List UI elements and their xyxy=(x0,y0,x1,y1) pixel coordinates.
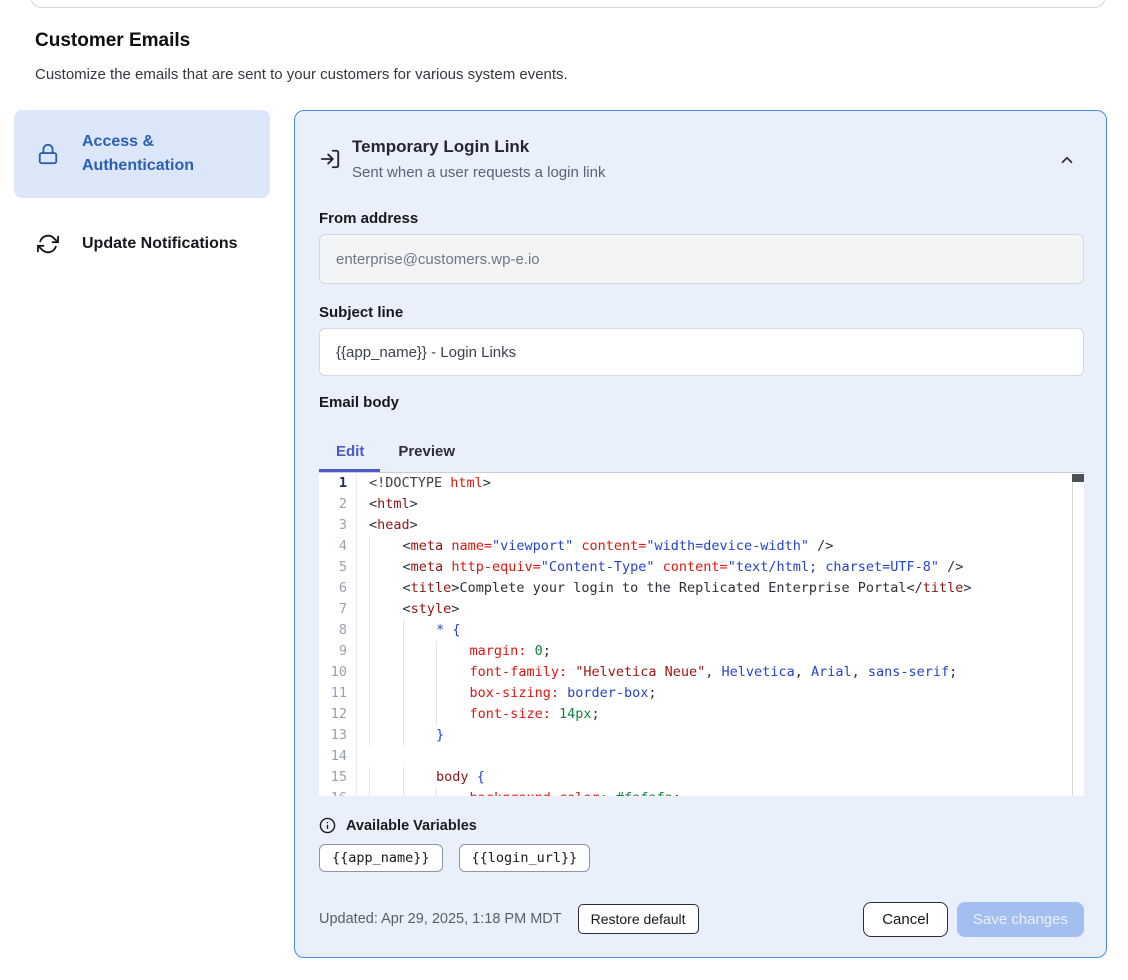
available-variables-label: Available Variables xyxy=(319,817,477,834)
info-icon xyxy=(319,817,336,834)
code-line: 8 * { xyxy=(319,620,1084,641)
cancel-button[interactable]: Cancel xyxy=(863,902,948,937)
log-in-icon xyxy=(319,148,341,170)
sidebar-item-label: Access & Authentication xyxy=(82,130,212,178)
sidebar: Access & Authentication Update Notificat… xyxy=(14,110,270,270)
email-template-panel: Temporary Login Link Sent when a user re… xyxy=(294,110,1107,958)
from-address-label: From address xyxy=(319,210,418,227)
sidebar-item-access-authentication[interactable]: Access & Authentication xyxy=(14,110,270,198)
code-line: 16 background-color: #fafafa; xyxy=(319,788,1084,796)
subject-line-label: Subject line xyxy=(319,304,403,321)
previous-card-bottom-edge xyxy=(30,0,1106,8)
code-line: 3<head> xyxy=(319,515,1084,536)
lock-icon xyxy=(36,142,60,166)
variable-chip-app-name[interactable]: {{app_name}} xyxy=(319,844,443,872)
code-line: 7 <style> xyxy=(319,599,1084,620)
code-line: 10 font-family: "Helvetica Neue", Helvet… xyxy=(319,662,1084,683)
panel-title: Temporary Login Link xyxy=(352,137,529,157)
code-line: 13 } xyxy=(319,725,1084,746)
code-line: 2<html> xyxy=(319,494,1084,515)
page-subtitle: Customize the emails that are sent to yo… xyxy=(35,66,568,83)
editor-scrollbar[interactable] xyxy=(1072,474,1084,796)
panel-subtitle: Sent when a user requests a login link xyxy=(352,164,605,181)
editor-tabs: Edit Preview xyxy=(319,433,472,469)
tab-edit[interactable]: Edit xyxy=(319,433,381,469)
page-title: Customer Emails xyxy=(35,30,190,52)
variable-chip-login-url[interactable]: {{login_url}} xyxy=(459,844,591,872)
refresh-icon xyxy=(36,232,60,256)
variable-chips: {{app_name}} {{login_url}} xyxy=(319,844,590,872)
chevron-up-icon xyxy=(1058,151,1084,169)
save-changes-button[interactable]: Save changes xyxy=(957,902,1084,937)
code-line: 11 box-sizing: border-box; xyxy=(319,683,1084,704)
code-line: 9 margin: 0; xyxy=(319,641,1084,662)
code-line: 12 font-size: 14px; xyxy=(319,704,1084,725)
sidebar-item-update-notifications[interactable]: Update Notifications xyxy=(14,218,270,270)
restore-default-button[interactable]: Restore default xyxy=(578,904,699,934)
code-line: 5 <meta http-equiv="Content-Type" conten… xyxy=(319,557,1084,578)
code-line: 15 body { xyxy=(319,767,1084,788)
scrollbar-thumb[interactable] xyxy=(1072,474,1084,482)
sidebar-item-label: Update Notifications xyxy=(82,232,238,256)
active-tab-indicator xyxy=(319,469,380,472)
code-editor[interactable]: 1<!DOCTYPE html>2<html>3<head>4 <meta na… xyxy=(319,472,1084,796)
panel-footer: Updated: Apr 29, 2025, 1:18 PM MDT Resto… xyxy=(319,899,1084,939)
code-line: 4 <meta name="viewport" content="width=d… xyxy=(319,536,1084,557)
from-address-input[interactable] xyxy=(319,234,1084,284)
code-line: 1<!DOCTYPE html> xyxy=(319,473,1084,494)
tab-preview[interactable]: Preview xyxy=(381,433,472,469)
code-line: 14 xyxy=(319,746,1084,767)
subject-line-input[interactable] xyxy=(319,328,1084,376)
email-body-label: Email body xyxy=(319,394,399,411)
code-line: 6 <title>Complete your login to the Repl… xyxy=(319,578,1084,599)
code-lines: 1<!DOCTYPE html>2<html>3<head>4 <meta na… xyxy=(319,473,1084,796)
collapse-button[interactable] xyxy=(1058,147,1084,173)
updated-timestamp: Updated: Apr 29, 2025, 1:18 PM MDT xyxy=(319,911,562,927)
